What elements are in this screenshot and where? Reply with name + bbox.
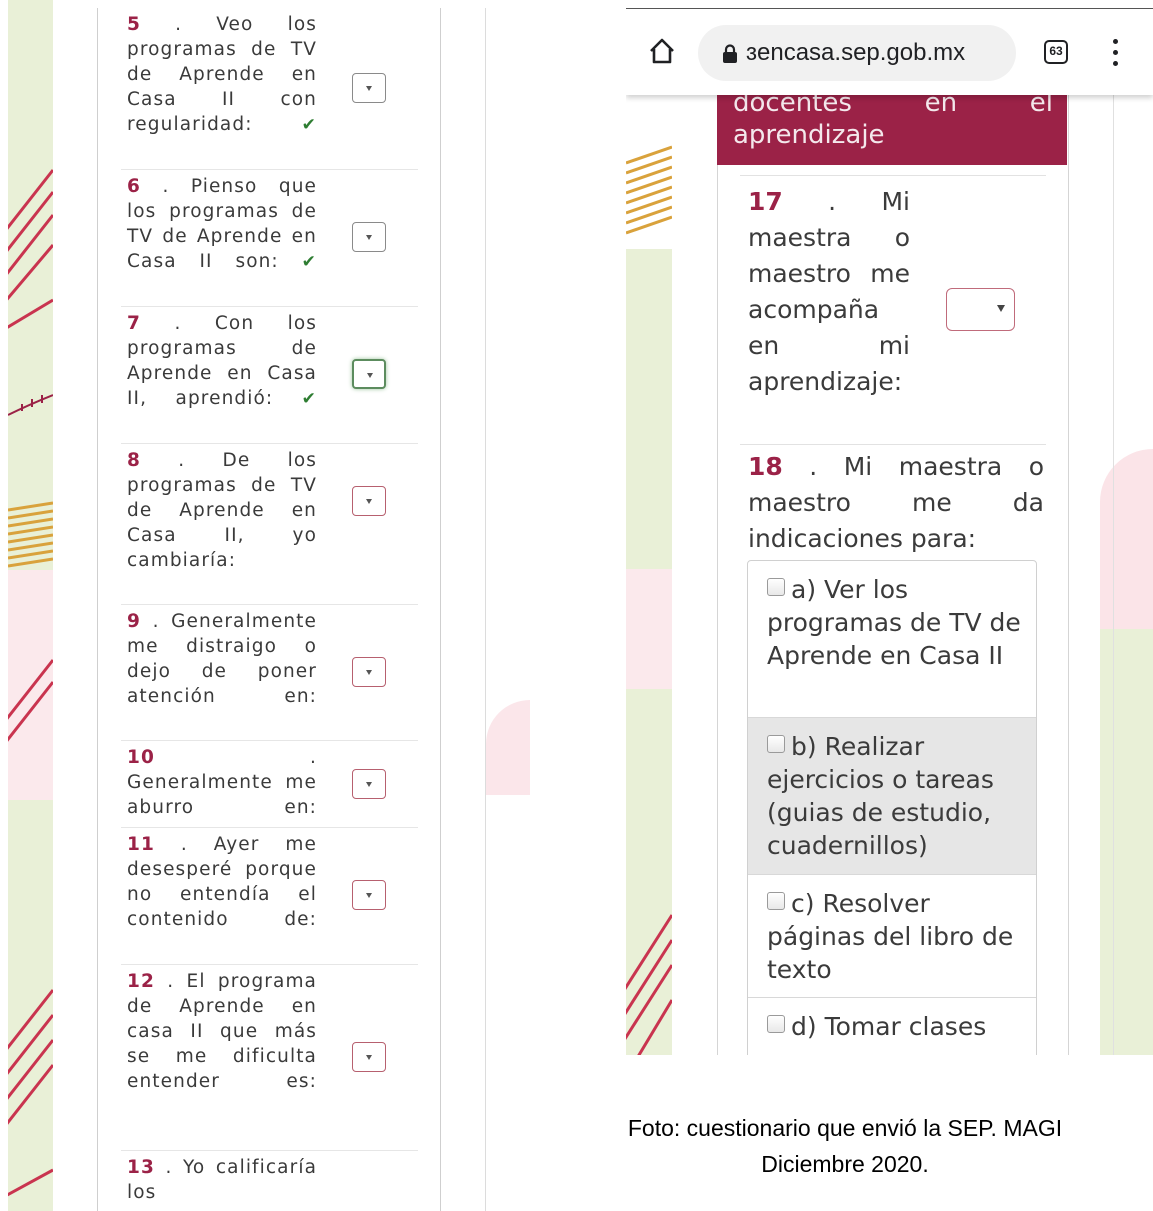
home-icon[interactable] <box>648 37 676 65</box>
question-number: 10 <box>127 747 155 768</box>
answer-select[interactable] <box>352 359 386 389</box>
question-item: 13 . Yo calificaría los <box>121 1151 418 1211</box>
question-number: 11 <box>127 834 155 855</box>
page-border-right <box>485 8 486 1211</box>
option-item[interactable]: d) Tomar clases <box>748 998 1036 1055</box>
options-list: a) Ver los programas de TV de Aprende en… <box>747 560 1037 1055</box>
option-item[interactable]: c) Resolver páginas del libro de texto <box>748 875 1036 998</box>
checkbox[interactable] <box>767 892 785 910</box>
section-header: docentes en el aprendizaje <box>717 88 1067 165</box>
question-item: 7 . Con los programas de Aprende en Casa… <box>121 307 418 444</box>
question-number: 6 <box>127 176 141 197</box>
question-number: 18 <box>748 452 783 481</box>
question-label: . Yo calificaría los <box>127 1157 318 1203</box>
question-item: 10 . Generalmente me aburro en: <box>121 741 418 828</box>
background-green-strip-right <box>1100 629 1153 1055</box>
checkbox[interactable] <box>767 735 785 753</box>
left-screenshot: 5 . Veo los programas de TV de Aprende e… <box>0 0 530 1211</box>
question-number: 8 <box>127 450 141 471</box>
question-label: . Generalmente me distraigo o dejo de po… <box>127 611 317 707</box>
question-text: 17 . Mi maestra o maestro me acompaña en… <box>748 184 910 400</box>
section-header-line2: aprendizaje <box>733 120 885 150</box>
answer-select[interactable] <box>352 1042 386 1072</box>
question-text: 11 . Ayer me desesperé porque no entendí… <box>127 832 317 932</box>
check-icon: ✔ <box>301 252 317 272</box>
question-text: 10 . Generalmente me aburro en: <box>127 745 317 820</box>
question-text: 7 . Con los programas de Aprende en Casa… <box>127 311 317 412</box>
answer-select[interactable] <box>352 486 386 516</box>
option-label: d) Tomar clases <box>791 1012 987 1041</box>
caption-line2: Diciembre 2020. <box>761 1151 929 1177</box>
question-text: 5 . Veo los programas de TV de Aprende e… <box>127 12 317 138</box>
option-item[interactable]: b) Realizar ejercicios o tareas (guias d… <box>748 718 1036 875</box>
question-label: . El programa de Aprende en casa II que … <box>127 971 317 1092</box>
question-text: 13 . Yo calificaría los <box>127 1155 317 1205</box>
background-white-strip <box>53 0 97 1211</box>
question-number: 7 <box>127 313 141 334</box>
option-label: a) Ver los programas de TV de Aprende en… <box>767 575 1021 670</box>
answer-select[interactable] <box>352 657 386 687</box>
question-number: 9 <box>127 611 141 632</box>
check-icon: ✔ <box>301 115 317 135</box>
question-label: . Veo los programas de TV de Aprende en … <box>127 14 317 135</box>
right-screenshot: ɜencasa.sep.gob.mx 63 docentes en el apr… <box>626 8 1153 1055</box>
question-label: . Pienso que los programas de TV de Apre… <box>127 176 317 272</box>
content-border-right <box>440 8 441 1211</box>
question-number: 5 <box>127 14 141 35</box>
checkbox[interactable] <box>767 1015 785 1033</box>
question-label: . Generalmente me aburro en: <box>127 747 317 818</box>
more-menu-icon[interactable] <box>1110 39 1120 67</box>
answer-select[interactable] <box>352 222 386 252</box>
photo-caption: Foto: cuestionario que envió la SEP. MAG… <box>560 1110 1130 1182</box>
address-bar[interactable]: ɜencasa.sep.gob.mx <box>698 25 1016 81</box>
content-border-left <box>97 8 98 1211</box>
question-item: 11 . Ayer me desesperé porque no entendí… <box>121 828 418 965</box>
decorative-stripes <box>626 145 672 1055</box>
lock-icon <box>723 44 737 63</box>
option-label: c) Resolver páginas del libro de texto <box>767 889 1014 984</box>
question-number: 12 <box>127 971 155 992</box>
question-item: 9 . Generalmente me distraigo o dejo de … <box>121 605 418 741</box>
question-17: 17 . Mi maestra o maestro me acompaña en… <box>740 175 1046 445</box>
question-text: 18 . Mi maestra o maestro me da indicaci… <box>748 449 1044 557</box>
content-border-right <box>1068 95 1069 1055</box>
checkbox[interactable] <box>767 578 785 596</box>
option-label: b) Realizar ejercicios o tareas (guias d… <box>767 732 994 860</box>
question-label: . Mi maestra o maestro me acompaña en mi… <box>748 187 910 396</box>
check-icon: ✔ <box>301 389 318 409</box>
background-pink-curve <box>1100 449 1153 629</box>
question-number: 13 <box>127 1157 155 1178</box>
option-item[interactable]: a) Ver los programas de TV de Aprende en… <box>748 561 1036 718</box>
browser-toolbar: ɜencasa.sep.gob.mx 63 <box>626 9 1153 95</box>
url-text: ɜencasa.sep.gob.mx <box>746 39 966 66</box>
question-label: . De los programas de TV de Aprende en C… <box>127 450 318 571</box>
caption-line1: Foto: cuestionario que envió la SEP. MAG… <box>627 1115 1063 1141</box>
question-text: 8 . De los programas de TV de Aprende en… <box>127 448 317 573</box>
question-text: 12 . El programa de Aprende en casa II q… <box>127 969 317 1094</box>
question-text: 6 . Pienso que los programas de TV de Ap… <box>127 174 317 275</box>
question-label: . Mi maestra o maestro me da indicacione… <box>748 452 1045 553</box>
question-item: 12 . El programa de Aprende en casa II q… <box>121 965 418 1151</box>
answer-select[interactable] <box>352 769 386 799</box>
question-number: 17 <box>748 187 783 216</box>
question-label: . Ayer me desesperé porque no entendía e… <box>127 834 318 930</box>
question-item: 8 . De los programas de TV de Aprende en… <box>121 444 418 605</box>
tab-switcher-button[interactable]: 63 <box>1044 40 1068 64</box>
question-text: 9 . Generalmente me distraigo o dejo de … <box>127 609 317 709</box>
question-item: 5 . Veo los programas de TV de Aprende e… <box>121 8 418 170</box>
question-18: 18 . Mi maestra o maestro me da indicaci… <box>748 449 1044 557</box>
answer-select[interactable] <box>352 73 386 103</box>
content-border-left <box>717 95 718 1055</box>
question-label: . Con los programas de Aprende en Casa I… <box>127 313 318 409</box>
question-item: 6 . Pienso que los programas de TV de Ap… <box>121 170 418 307</box>
answer-select[interactable] <box>946 288 1015 331</box>
answer-select[interactable] <box>352 880 386 910</box>
decorative-stripes <box>8 169 53 1197</box>
page-border-right <box>1113 95 1114 1055</box>
